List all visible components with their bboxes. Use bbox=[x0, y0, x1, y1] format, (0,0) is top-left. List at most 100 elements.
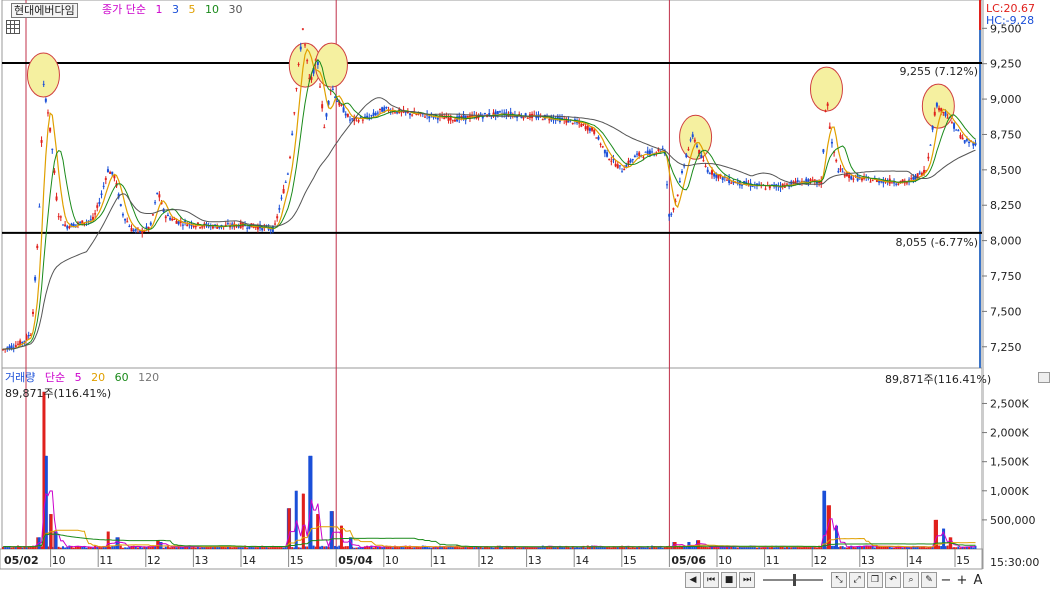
candle-body bbox=[423, 116, 426, 118]
volume-bar bbox=[357, 547, 360, 549]
candle-body bbox=[740, 184, 743, 186]
candle-body bbox=[580, 124, 583, 127]
ma-period-30: 30 bbox=[228, 3, 243, 16]
grid-icon[interactable] bbox=[6, 20, 20, 34]
volume-bar bbox=[10, 547, 13, 549]
volume-bar bbox=[841, 546, 844, 549]
plus-icon[interactable]: + bbox=[955, 573, 969, 588]
candle-body bbox=[14, 345, 17, 347]
x-label-14: 14 bbox=[575, 554, 589, 567]
undo-icon[interactable]: ↶ bbox=[885, 572, 901, 588]
stock-chart[interactable]: 7,250 7,500 7,750 8,000 8,250 8,500 8,750 9,000… bbox=[0, 0, 1051, 589]
candle-body bbox=[42, 83, 45, 85]
candle-body bbox=[850, 176, 853, 180]
price-tick-label: 8,500 bbox=[990, 164, 1022, 177]
candle-body bbox=[436, 117, 439, 120]
volume-bar bbox=[893, 547, 896, 549]
stop-icon[interactable]: ■ bbox=[721, 572, 737, 588]
candle-body bbox=[289, 156, 292, 158]
candle-body bbox=[151, 214, 154, 216]
ma-period-3: 3 bbox=[171, 3, 179, 16]
volume-bar bbox=[353, 547, 356, 549]
font-size-icon[interactable]: A bbox=[971, 573, 985, 588]
candle-body bbox=[725, 179, 728, 181]
volume-bar bbox=[85, 547, 88, 549]
volume-bar bbox=[190, 547, 193, 549]
volume-bar bbox=[323, 546, 326, 549]
volume-bar bbox=[755, 547, 758, 549]
volume-bar bbox=[661, 547, 664, 549]
price-tick-label: 7,500 bbox=[990, 305, 1022, 318]
volume-bar bbox=[884, 546, 887, 549]
candle-body bbox=[124, 218, 127, 221]
candle-body bbox=[618, 165, 621, 167]
candle-body bbox=[666, 184, 669, 186]
candle-body bbox=[595, 137, 598, 139]
candle-body bbox=[323, 127, 326, 129]
volume-bar bbox=[798, 547, 801, 549]
volume-bar bbox=[740, 547, 743, 549]
volume-bar bbox=[760, 547, 763, 549]
candle-body bbox=[374, 113, 377, 116]
volume-bar bbox=[458, 547, 461, 549]
reference-line-label: 9,255 (7.12%) bbox=[899, 65, 978, 78]
volume-bar bbox=[59, 547, 62, 549]
zoom-in-icon[interactable]: ⤢ bbox=[849, 572, 865, 588]
ma-period-10: 10 bbox=[204, 3, 219, 16]
candle-body bbox=[623, 169, 626, 171]
candle-body bbox=[830, 141, 833, 144]
candle-body bbox=[304, 44, 307, 46]
candle-body bbox=[548, 119, 551, 121]
scroll-end-icon[interactable]: ⏭ bbox=[739, 572, 755, 588]
candle-body bbox=[340, 104, 343, 106]
candle-body bbox=[319, 86, 322, 88]
copy-icon[interactable]: ❐ bbox=[867, 572, 883, 588]
volume-bar bbox=[895, 547, 898, 549]
scroll-left-icon[interactable]: ◀ bbox=[685, 572, 701, 588]
candle-body bbox=[79, 222, 82, 224]
search-icon[interactable]: ⌕ bbox=[903, 572, 919, 588]
volume-bar bbox=[616, 547, 619, 549]
candle-body bbox=[370, 115, 373, 117]
volume-bar bbox=[246, 547, 249, 549]
scroll-start-icon[interactable]: ⏮ bbox=[703, 572, 719, 588]
volume-bar bbox=[492, 547, 495, 549]
candle-body bbox=[633, 155, 636, 158]
candle-body bbox=[897, 183, 900, 185]
candle-body bbox=[57, 216, 60, 218]
candle-body bbox=[27, 335, 30, 337]
volume-panel-scroll-button[interactable] bbox=[1038, 372, 1050, 383]
minus-icon[interactable]: − bbox=[939, 573, 953, 588]
volume-bar bbox=[886, 546, 889, 549]
draw-icon[interactable]: ✎ bbox=[921, 572, 937, 588]
candle-body bbox=[106, 169, 109, 173]
candle-body bbox=[693, 139, 696, 142]
zoom-out-icon[interactable]: ⤡ bbox=[831, 572, 847, 588]
volume-bar bbox=[683, 546, 686, 549]
candle-body bbox=[676, 194, 679, 196]
volume-bar bbox=[706, 547, 709, 549]
candle-body bbox=[280, 197, 283, 199]
volume-bar bbox=[481, 547, 484, 549]
volume-bar bbox=[169, 547, 172, 549]
chart-toolbar: ◀ ⏮ ■ ⏭ ⤡ ⤢ ❐ ↶ ⌕ ✎ − + A bbox=[685, 572, 985, 588]
candle-body bbox=[657, 149, 660, 151]
candle-body bbox=[154, 202, 157, 204]
volume-tick-label: 2,000K bbox=[990, 427, 1029, 440]
volume-bar bbox=[411, 547, 414, 549]
volume-bar bbox=[306, 546, 309, 549]
candle-body bbox=[447, 117, 450, 121]
candle-body bbox=[169, 217, 172, 220]
x-label-10: 10 bbox=[385, 554, 399, 567]
candle-body bbox=[344, 113, 347, 116]
stock-name-label[interactable]: 현대에버다임 bbox=[11, 3, 78, 18]
volume-bar bbox=[815, 547, 818, 549]
volume-bar bbox=[768, 547, 771, 549]
zoom-slider[interactable] bbox=[763, 574, 823, 586]
candle-body bbox=[385, 106, 388, 109]
candle-body bbox=[104, 178, 107, 180]
candle-body bbox=[372, 112, 375, 116]
volume-bar bbox=[563, 547, 566, 549]
candle-body bbox=[715, 174, 718, 178]
volume-bar bbox=[119, 545, 122, 549]
